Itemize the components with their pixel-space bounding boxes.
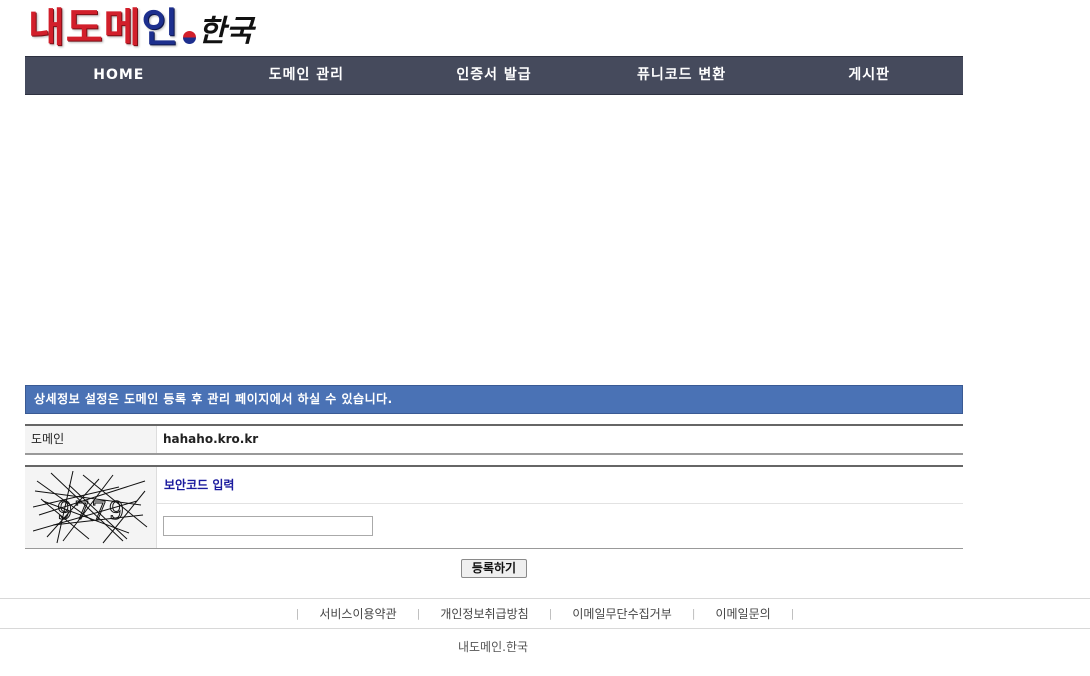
nav-item-certificate[interactable]: 인증서 발급	[400, 57, 588, 94]
notice-banner: 상세정보 설정은 도메인 등록 후 관리 페이지에서 하실 수 있습니다.	[25, 385, 963, 414]
site-logo[interactable]: 내도메 인 한국	[28, 2, 253, 52]
captcha-code: 9779	[57, 497, 126, 525]
footer-link-privacy[interactable]: 개인정보취급방침	[440, 605, 528, 622]
footer-link-no-email-collection[interactable]: 이메일무단수집거부	[572, 605, 671, 622]
footer-separator: |	[691, 607, 696, 620]
footer-copyright: 내도메인.한국	[457, 640, 529, 654]
logo-text-black: 한국	[198, 14, 254, 49]
nav-item-domain-management[interactable]: 도메인 관리	[213, 57, 401, 94]
footer-separator: |	[295, 607, 300, 620]
logo-text-red: 내도메	[28, 4, 142, 51]
nav-item-punycode[interactable]: 퓨니코드 변환	[588, 57, 776, 94]
footer-links: | 서비스이용약관 | 개인정보취급방침 | 이메일무단수집거부 | 이메일문의…	[0, 598, 1090, 629]
captcha-input-row	[157, 504, 963, 548]
nav-item-board[interactable]: 게시판	[775, 57, 963, 94]
captcha-title: 보안코드 입력	[157, 467, 963, 504]
nav-item-home[interactable]: HOME	[25, 57, 213, 94]
domain-value: hahaho.kro.kr	[163, 432, 259, 446]
page: 내도메 인 한국 HOME 도메인 관리 인증서 발급 퓨니코드 변환 게시판 상세…	[0, 0, 1090, 676]
footer-separator: |	[548, 607, 553, 620]
captcha-section: 9779 보안코드 입력	[25, 465, 963, 549]
footer-separator: |	[790, 607, 795, 620]
footer-link-email-inquiry[interactable]: 이메일문의	[715, 605, 770, 622]
logo-dot-icon	[183, 31, 197, 44]
main-nav: HOME 도메인 관리 인증서 발급 퓨니코드 변환 게시판	[25, 56, 963, 95]
captcha-image-cell: 9779	[25, 467, 157, 548]
logo-text-blue: 인	[141, 4, 180, 51]
footer-link-terms[interactable]: 서비스이용약관	[319, 605, 396, 622]
footer-separator: |	[416, 607, 421, 620]
register-button[interactable]: 등록하기	[461, 559, 527, 578]
domain-label: 도메인	[25, 426, 157, 453]
captcha-image: 9779	[33, 471, 148, 544]
domain-row: 도메인 hahaho.kro.kr	[25, 424, 963, 455]
captcha-input[interactable]	[163, 516, 373, 536]
captcha-input-area: 보안코드 입력	[157, 467, 963, 548]
